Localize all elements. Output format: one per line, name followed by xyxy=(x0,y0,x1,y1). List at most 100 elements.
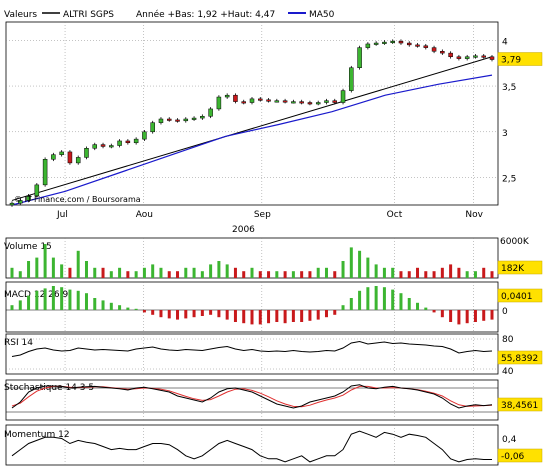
macd-bar xyxy=(424,307,428,310)
candle-body xyxy=(324,100,329,103)
volume-last-value: 182K xyxy=(501,264,525,274)
macd-bar xyxy=(192,310,196,318)
macd-bar xyxy=(432,310,436,313)
volume-y-tick-label: 6000K xyxy=(500,237,530,247)
volume-bar xyxy=(382,267,386,278)
volume-bar xyxy=(209,264,213,278)
volume-bar xyxy=(126,271,130,278)
volume-bar xyxy=(374,264,378,278)
macd-bar xyxy=(209,310,213,315)
volume-bar xyxy=(449,264,453,278)
candle-body xyxy=(357,47,362,68)
volume-bar xyxy=(432,271,436,278)
candle-body xyxy=(473,55,478,58)
rsi-panel-frame xyxy=(5,333,499,375)
candle-body xyxy=(125,140,131,144)
price-last-value: 3,79 xyxy=(501,56,521,66)
macd-bar xyxy=(457,310,461,325)
macd-bar xyxy=(490,310,494,320)
candle-body xyxy=(150,122,155,133)
volume-bar xyxy=(176,271,180,278)
volume-bar xyxy=(192,267,196,278)
macd-bar xyxy=(118,305,122,310)
macd-bar xyxy=(473,310,477,322)
volume-bar xyxy=(349,247,353,278)
volume-bar xyxy=(76,250,80,278)
candle-body xyxy=(406,42,412,46)
volume-bar xyxy=(490,271,494,278)
legend-ma50-label: MA50 xyxy=(309,10,335,20)
macd-bar xyxy=(10,305,14,310)
volume-bar xyxy=(391,267,395,278)
macd-bar xyxy=(358,290,362,310)
candle-body xyxy=(464,56,470,59)
volume-bar xyxy=(151,264,155,278)
macd-bar xyxy=(366,287,370,310)
volume-bar xyxy=(283,271,287,278)
candle-body xyxy=(109,145,114,148)
candle-body xyxy=(448,52,453,58)
rsi-last-value: 55,8392 xyxy=(501,354,538,364)
volume-bar xyxy=(10,267,14,278)
month-tick-label: Nov xyxy=(465,210,483,220)
macd-bar xyxy=(151,310,155,315)
price-y-tick-label: 2,5 xyxy=(502,175,516,185)
legend-valeurs-label: Valeurs xyxy=(4,10,37,20)
macd-bar xyxy=(465,310,469,324)
price-y-tick-label: 3 xyxy=(502,129,508,139)
macd-bar xyxy=(43,288,47,310)
rsi-y-tick-label-40: 40 xyxy=(502,367,514,377)
candle-body xyxy=(67,151,73,164)
momentum-panel-frame xyxy=(5,424,499,466)
volume-bar xyxy=(184,267,188,278)
volume-bar xyxy=(18,271,22,278)
chart-svg: 4 3,5 3 2,5 Jul Aou Sep Oct Nov 2006 Valeurs ALTRI … xyxy=(4,9,543,466)
volume-bar xyxy=(258,271,262,278)
volume-bar xyxy=(473,271,477,278)
macd-bar xyxy=(242,310,246,324)
macd-bar xyxy=(308,310,312,321)
macd-panel-frame xyxy=(5,281,499,333)
macd-bar xyxy=(142,310,146,313)
macd-last-value: 0,0401 xyxy=(501,292,533,302)
macd-bar xyxy=(18,300,22,310)
momentum-last-value: -0,06 xyxy=(501,452,525,462)
candle-body xyxy=(249,98,255,103)
macd-bar xyxy=(200,310,204,316)
candle-body xyxy=(51,154,56,160)
candle-body xyxy=(332,100,338,103)
volume-bar xyxy=(93,267,97,278)
volume-bar xyxy=(416,267,420,278)
momentum-y-tick-label: 0,4 xyxy=(502,435,517,445)
volume-bar xyxy=(407,271,411,278)
volume-bar xyxy=(275,271,279,278)
macd-bar xyxy=(416,302,420,310)
volume-bar xyxy=(142,267,146,278)
volume-bar xyxy=(51,257,55,278)
volume-bar xyxy=(482,267,486,278)
candle-body xyxy=(398,40,404,44)
macd-bar xyxy=(233,310,237,322)
volume-bar xyxy=(457,267,461,278)
macd-bar xyxy=(84,293,88,310)
candle-body xyxy=(365,43,371,48)
macd-bar xyxy=(275,310,279,322)
candle-body xyxy=(415,44,420,47)
macd-bar xyxy=(225,310,229,320)
volume-bar xyxy=(35,257,39,278)
macd-bar xyxy=(27,295,31,310)
macd-y-tick-label: 0 xyxy=(502,307,508,317)
volume-bar xyxy=(250,267,254,278)
volume-bar xyxy=(68,267,72,278)
macd-bar xyxy=(101,300,105,310)
macd-bar xyxy=(300,310,304,322)
candle-body xyxy=(59,151,64,155)
candle-body xyxy=(456,56,462,59)
year-label: 2006 xyxy=(232,225,255,235)
candle-body xyxy=(208,108,213,117)
candle-body xyxy=(282,100,288,103)
candle-body xyxy=(241,101,246,104)
volume-bar xyxy=(399,271,403,278)
macd-bar xyxy=(217,310,221,318)
month-tick-label: Oct xyxy=(387,210,403,220)
